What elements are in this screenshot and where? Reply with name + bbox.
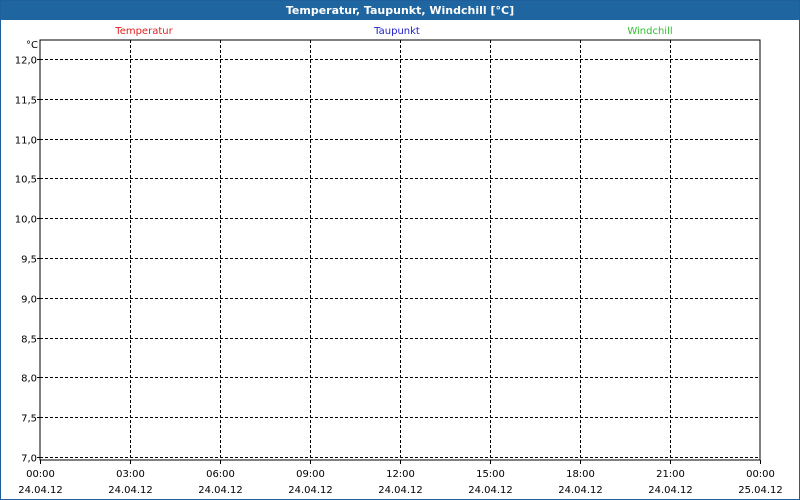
y-tick-label: 8,5 xyxy=(21,335,37,346)
y-tick-label: 7,0 xyxy=(21,454,37,465)
x-tick-time: 00:00 xyxy=(26,469,55,480)
y-tick-label: 12,0 xyxy=(15,56,37,67)
x-tick-time: 18:00 xyxy=(566,469,595,480)
x-tick-time: 12:00 xyxy=(386,469,415,480)
x-tick-date: 24.04.12 xyxy=(378,485,423,496)
y-axis-label: °C xyxy=(26,40,38,51)
x-tick-date: 24.04.12 xyxy=(198,485,243,496)
y-tick-label: 11,0 xyxy=(15,136,37,147)
y-tick-label: 11,5 xyxy=(15,96,37,107)
x-tick-date: 24.04.12 xyxy=(468,485,513,496)
x-tick-date: 24.04.12 xyxy=(18,485,63,496)
y-axis: 12,0 11,5 11,0 10,5 10,0 9,5 9,0 8,5 8,0 7,5 7,0 xyxy=(15,56,40,465)
x-tick-time: 09:00 xyxy=(296,469,325,480)
y-tick-label: 10,5 xyxy=(15,175,37,186)
y-tick-label: 7,5 xyxy=(21,414,37,425)
x-tick-time: 06:00 xyxy=(206,469,235,480)
x-tick-date: 24.04.12 xyxy=(648,485,693,496)
x-tick-time: 00:00 xyxy=(746,469,775,480)
x-tick-time: 21:00 xyxy=(656,469,685,480)
x-tick-time: 03:00 xyxy=(116,469,145,480)
y-tick-label: 8,0 xyxy=(21,374,37,385)
y-tick-label: 10,0 xyxy=(15,215,37,226)
x-axis: 00:00 24.04.12 03:00 24.04.12 06:00 24.04.12 0… xyxy=(18,460,783,496)
x-tick-date: 24.04.12 xyxy=(558,485,603,496)
y-tick-label: 9,5 xyxy=(21,255,37,266)
legend: Temperatur Taupunkt Windchill xyxy=(114,26,672,37)
y-tick-label: 9,0 xyxy=(21,295,37,306)
chart-svg: 12,0 11,5 11,0 10,5 10,0 9,5 9,0 8,5 8,0 7,5 7,0 0… xyxy=(15,26,783,496)
grid xyxy=(40,40,760,460)
legend-item-taupunkt: Taupunkt xyxy=(373,26,420,37)
legend-item-temperatur: Temperatur xyxy=(114,26,173,37)
x-tick-date: 25.04.12 xyxy=(738,485,783,496)
x-tick-date: 24.04.12 xyxy=(288,485,333,496)
x-tick-time: 15:00 xyxy=(476,469,505,480)
x-tick-date: 24.04.12 xyxy=(108,485,153,496)
legend-item-windchill: Windchill xyxy=(627,26,672,37)
